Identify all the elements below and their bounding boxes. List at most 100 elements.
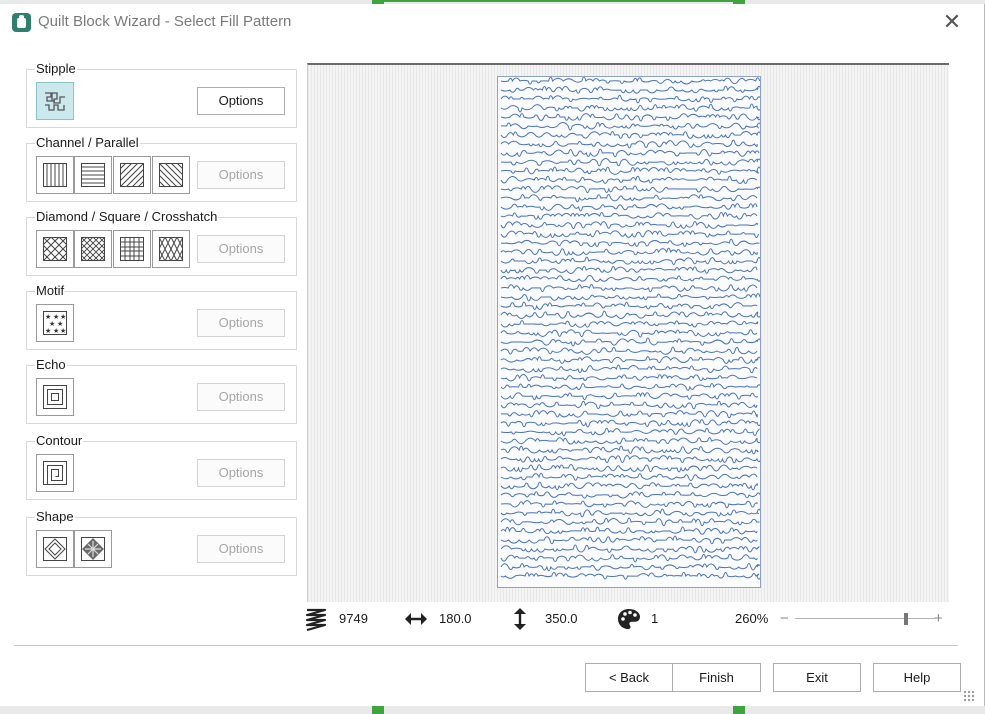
stipple-stitch-line [500,103,760,113]
stipple-options-button[interactable]: Options [197,87,285,115]
stipple-stitch-line [500,437,760,445]
stipple-stitch-line [500,230,759,239]
stipple-stitch-line [500,445,759,455]
stipple-stitch-line [500,571,760,580]
diamond-options-button[interactable]: Options [197,235,285,263]
finish-button[interactable]: Finish [672,663,761,692]
echo-options-button[interactable]: Options [197,383,285,411]
stipple-stitch-line [500,148,760,158]
footer-separator [14,645,958,646]
motif-options-button[interactable]: Options [197,309,285,337]
group-label-diamond: Diamond / Square / Crosshatch [35,209,219,224]
group-stipple: Stipple Options [26,61,297,128]
stipple-stitch-line [500,266,758,274]
resize-grip[interactable] [963,690,975,702]
height-status: 350.0 [512,607,592,631]
star-motif-icon[interactable]: ★ ★ ★ ★ ★ ★ ★ ★ [36,304,74,342]
stitch-count-status: 9749 [305,607,375,632]
stipple-stitch-line [500,193,758,203]
contour-options-button[interactable]: Options [197,459,285,487]
stipple-stitch-line [500,113,760,122]
stipple-stitch-line [500,544,760,554]
stipple-stitch-line [500,427,760,437]
group-diamond-crosshatch: Diamond / Square / Crosshatch Options [26,209,297,276]
pattern-preview[interactable] [307,63,949,602]
diamond-small-icon[interactable] [74,230,112,268]
shape-pattern-icon[interactable] [74,530,112,568]
group-label-contour: Contour [35,433,84,448]
channel-horizontal-icon[interactable] [74,156,112,194]
stipple-stitch-line [500,166,760,175]
group-label-shape: Shape [35,509,75,524]
stipple-stitch-line [500,329,758,338]
palette-icon [617,608,641,633]
stitch-count-value: 9749 [339,611,368,626]
stipple-stitch-line [500,77,760,85]
echo-icon[interactable] [36,378,74,416]
stipple-stitch-line [500,464,758,473]
stipple-stitch-line [500,301,758,310]
stipple-stitch-line [500,400,758,410]
stipple-stitch-line [500,275,760,283]
stipple-stitch-line [500,337,760,347]
back-button[interactable]: < Back [585,663,673,692]
group-label-echo: Echo [35,357,67,372]
stipple-icon[interactable] [36,82,74,120]
zoom-slider-thumb[interactable] [904,613,908,625]
close-icon[interactable]: ✕ [940,10,964,34]
stipple-stitch-line [500,283,758,293]
group-echo: Echo Options [26,357,297,424]
group-shape: Shape Options [26,509,297,576]
stipple-stitch-line [500,562,760,572]
stipple-stitch-line [500,256,760,265]
channel-vertical-icon[interactable] [36,156,74,194]
stipple-stitch-line [500,383,760,391]
stipple-stitch-line [500,491,760,499]
zoom-in-icon[interactable]: + [934,610,943,627]
stipple-stitch-line [500,310,760,319]
stipple-stitch-line [500,535,758,545]
help-button[interactable]: Help [873,663,961,692]
shape-options-button[interactable]: Options [197,535,285,563]
stipple-stitch-line [500,94,760,104]
stipple-stitch-pattern [500,77,760,580]
stipple-stitch-line [500,410,758,419]
stipple-stitch-line [500,292,760,302]
contour-icon[interactable] [36,454,74,492]
exit-button[interactable]: Exit [773,663,861,692]
zoom-out-icon[interactable]: − [780,610,789,627]
diamond-tall-icon[interactable] [152,230,190,268]
svg-text:★: ★ [53,327,59,335]
stipple-stitch-line [500,139,758,149]
stipple-stitch-line [500,508,760,518]
stipple-stitch-line [500,221,758,229]
stipple-stitch-line [500,85,760,94]
diamond-crosshatch-icon[interactable] [36,230,74,268]
stipple-stitch-line [500,526,758,535]
zoom-slider[interactable] [795,618,935,619]
stipple-stitch-line [500,517,760,527]
stipple-stitch-line [500,158,760,167]
channel-diagonal-right-icon[interactable] [113,156,151,194]
stipple-stitch-line [500,122,760,131]
stipple-stitch-line [500,131,760,139]
channel-options-button[interactable]: Options [197,161,285,189]
shape-diamond-icon[interactable] [36,530,74,568]
group-label-stipple: Stipple [35,61,77,76]
group-label-channel: Channel / Parallel [35,135,140,150]
stipple-stitch-line [500,419,760,428]
stipple-stitch-line [500,374,758,382]
stipple-stitch-line [500,346,758,355]
quilt-block-preview [497,76,761,588]
height-value: 350.0 [545,611,578,626]
group-motif: Motif ★ ★ ★ ★ ★ ★ ★ ★ Options [26,283,297,350]
zoom-value: 260% [735,611,769,626]
width-status: 180.0 [404,607,484,631]
stipple-stitch-line [500,320,759,328]
square-grid-icon[interactable] [113,230,151,268]
window-title: Quilt Block Wizard - Select Fill Pattern [38,13,292,30]
stipple-stitch-line [500,455,760,464]
title-bar: Quilt Block Wizard - Select Fill Pattern… [0,4,984,38]
channel-diagonal-left-icon[interactable] [152,156,190,194]
stipple-stitch-line [500,175,758,184]
